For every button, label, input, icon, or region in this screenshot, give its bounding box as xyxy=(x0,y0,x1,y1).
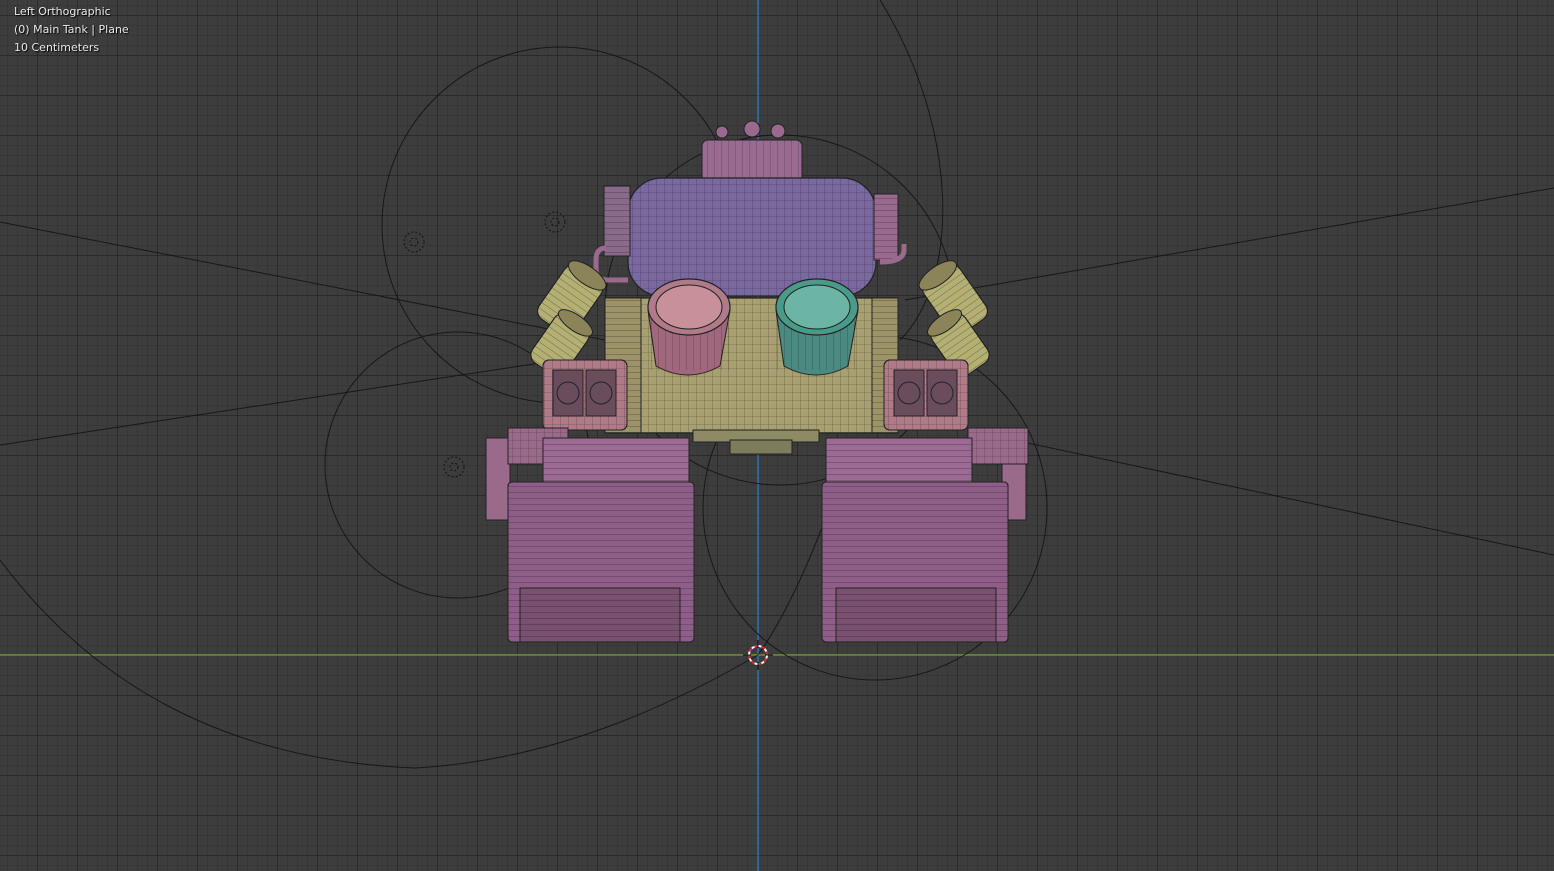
viewport-info-overlay: Left Orthographic (0) Main Tank | Plane … xyxy=(14,3,129,57)
lamp-icon xyxy=(403,231,425,253)
grid-scale-label: 10 Centimeters xyxy=(14,41,100,54)
lamp-icon xyxy=(544,211,566,233)
scene-canvas[interactable] xyxy=(0,0,1554,871)
left-track xyxy=(485,427,695,643)
left-fan-housing xyxy=(542,359,628,431)
teal-ring xyxy=(775,278,859,376)
3d-viewport[interactable]: Left Orthographic (0) Main Tank | Plane … xyxy=(0,0,1554,871)
object-info-label: (0) Main Tank | Plane xyxy=(14,23,129,36)
tank-model[interactable] xyxy=(485,120,1029,643)
view-name-label: Left Orthographic xyxy=(14,5,111,18)
pink-ring xyxy=(647,278,731,376)
right-track xyxy=(821,427,1029,643)
top-valves xyxy=(715,120,786,139)
lamp-icon xyxy=(443,456,465,478)
right-fan-housing xyxy=(883,359,969,431)
